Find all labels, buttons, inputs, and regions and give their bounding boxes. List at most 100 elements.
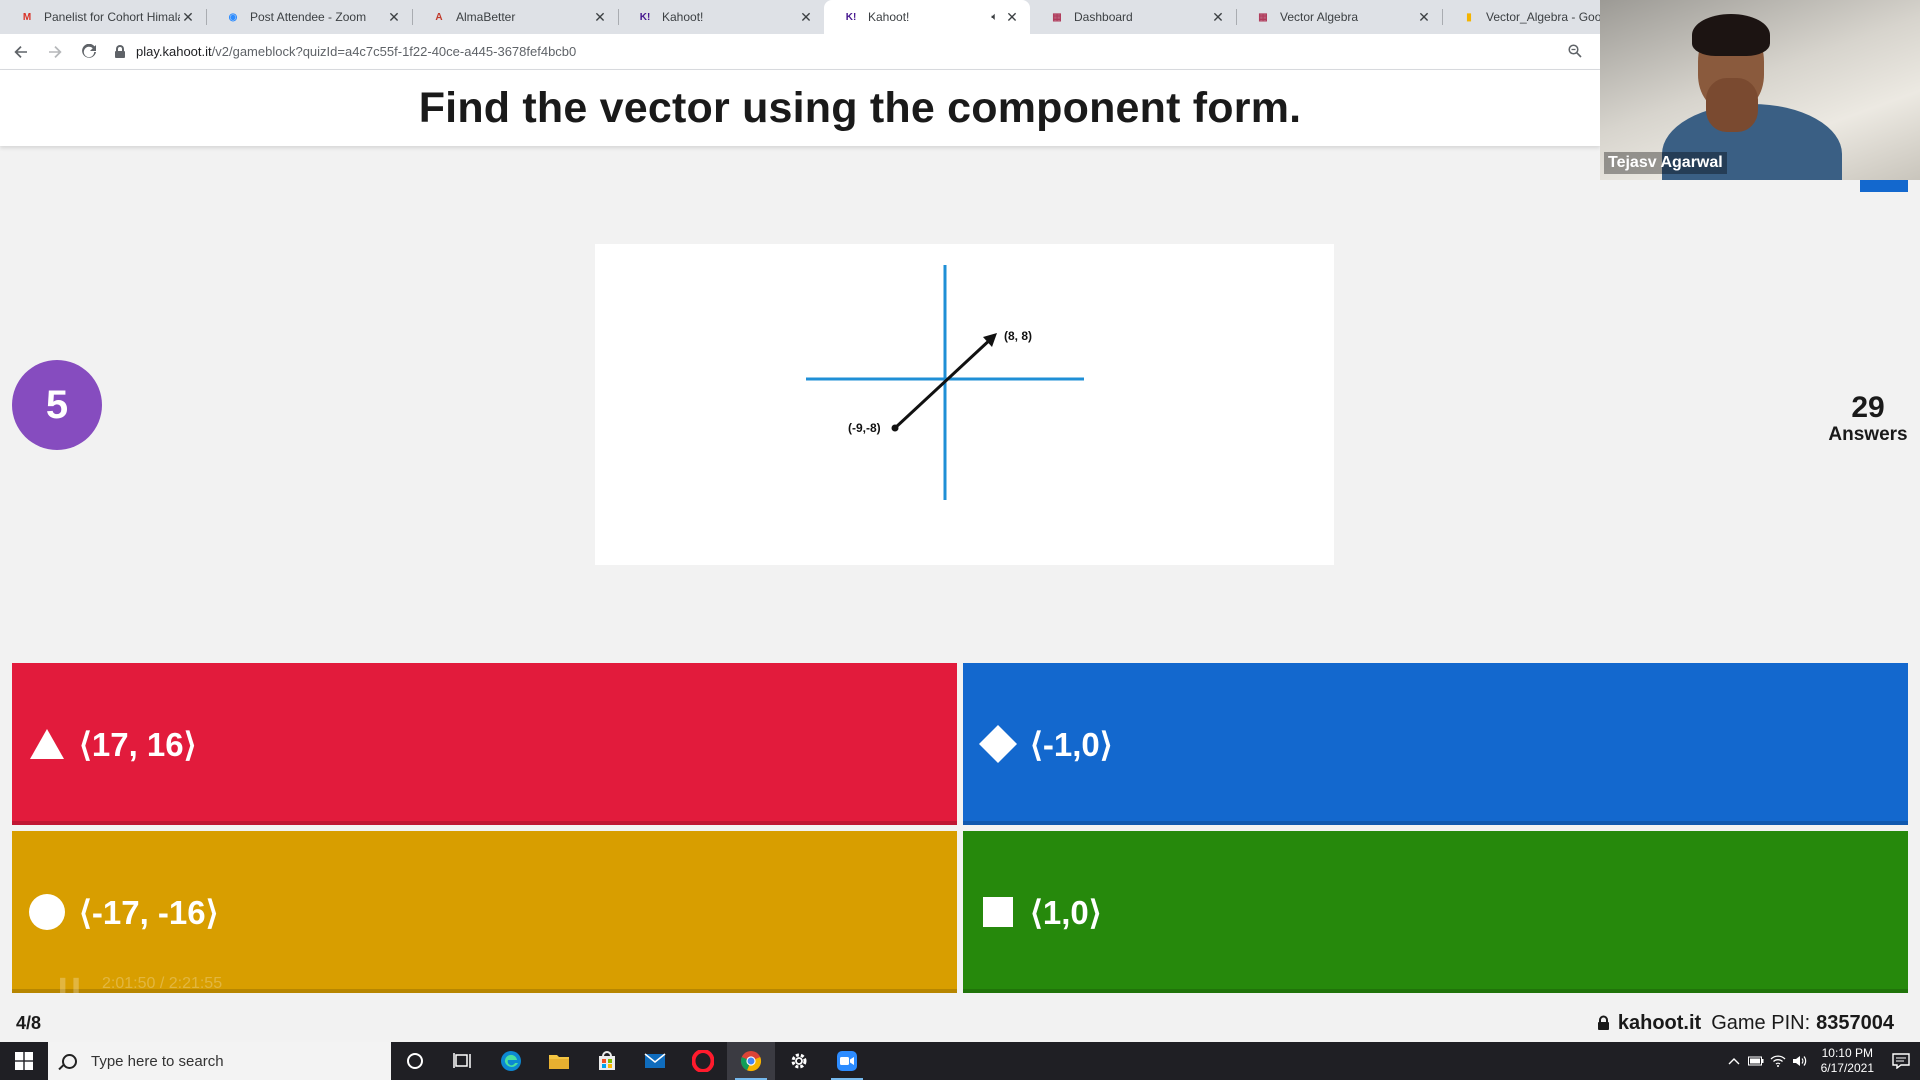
question-header: Find the vector using the component form… xyxy=(0,70,1600,146)
browser-tab[interactable]: ▦ Vector Algebra ✕ xyxy=(1236,0,1442,34)
close-icon[interactable]: ✕ xyxy=(1004,9,1020,26)
question-title: Find the vector using the component form… xyxy=(418,83,1302,132)
answer-text: ⟨17, 16⟩ xyxy=(79,725,197,763)
close-icon[interactable]: ✕ xyxy=(1416,9,1432,26)
slides-icon: ▮ xyxy=(1466,11,1472,23)
answer-option-triangle[interactable]: ⟨17, 16⟩ xyxy=(12,663,957,825)
back-arrow-icon xyxy=(14,45,27,58)
gmail-icon: M xyxy=(22,11,32,23)
windows-logo-icon xyxy=(15,1052,33,1070)
triangle-icon xyxy=(27,724,67,764)
taskbar-search-placeholder: Type here to search xyxy=(91,1052,224,1070)
url-host: play.kahoot.it xyxy=(136,44,212,59)
close-icon[interactable]: ✕ xyxy=(180,9,196,26)
answers-count: 29 xyxy=(1851,391,1885,424)
answers-counter: 29 Answers xyxy=(1820,392,1916,446)
browser-tab[interactable]: M Panelist for Cohort Himala ✕ xyxy=(0,0,206,34)
close-icon[interactable]: ✕ xyxy=(386,9,402,26)
question-image: (-9,-8) (8, 8) xyxy=(595,244,1334,565)
taskbar-opera[interactable] xyxy=(679,1042,727,1080)
zoom-magnifier-icon[interactable] xyxy=(1568,43,1584,60)
taskbar-store[interactable] xyxy=(583,1042,631,1080)
vector-diagram: (-9,-8) (8, 8) xyxy=(806,265,1084,500)
skip-button-edge[interactable] xyxy=(1860,180,1908,192)
game-pin-area: kahoot.it Game PIN: 8357004 xyxy=(1597,1012,1894,1035)
task-view-icon xyxy=(453,1053,471,1068)
taskbar-search[interactable]: Type here to search xyxy=(48,1042,391,1080)
taskbar-chrome[interactable] xyxy=(727,1042,775,1080)
notification-center-button[interactable] xyxy=(1882,1042,1920,1080)
diamond-icon xyxy=(978,724,1018,764)
reload-button[interactable] xyxy=(76,39,102,65)
browser-toolbar: play.kahoot.it /v2/gameblock?quizId=a4c7… xyxy=(0,34,1600,70)
taskbar-mail[interactable] xyxy=(631,1042,679,1080)
forward-button[interactable] xyxy=(42,39,68,65)
wifi-icon[interactable] xyxy=(1767,1042,1789,1080)
cortana-circle-icon xyxy=(407,1053,423,1069)
answer-option-square[interactable]: ⟨1,0⟩ xyxy=(963,831,1908,993)
clock-date: 6/17/2021 xyxy=(1820,1061,1874,1075)
lock-icon xyxy=(114,45,126,58)
participant-hair xyxy=(1692,14,1770,56)
ghost-video-time: 2:01:50 / 2:21:55 xyxy=(102,975,223,992)
opera-icon xyxy=(692,1050,714,1072)
answer-text: ⟨1,0⟩ xyxy=(1030,893,1102,931)
lock-icon xyxy=(1597,1015,1609,1030)
chevron-up-icon[interactable] xyxy=(1723,1042,1745,1080)
chrome-icon xyxy=(740,1051,762,1072)
address-bar[interactable]: play.kahoot.it /v2/gameblock?quizId=a4c7… xyxy=(114,38,1590,66)
browser-tab[interactable]: K! Kahoot! 🔈︎ ✕ xyxy=(824,0,1030,34)
zoom-icon: ◉ xyxy=(228,11,238,23)
task-view-button[interactable] xyxy=(439,1042,487,1080)
square-icon xyxy=(978,892,1018,932)
taskbar-edge[interactable] xyxy=(487,1042,535,1080)
browser-tab[interactable]: ◉ Post Attendee - Zoom ✕ xyxy=(206,0,412,34)
tab-title: Post Attendee - Zoom xyxy=(250,10,367,24)
tab-title: Kahoot! xyxy=(868,10,910,24)
start-button[interactable] xyxy=(0,1042,48,1080)
answers-label: Answers xyxy=(1828,424,1908,445)
answer-option-circle[interactable]: ⟨-17, -16⟩ xyxy=(12,831,957,993)
browser-tab[interactable]: A AlmaBetter ✕ xyxy=(412,0,618,34)
taskbar-zoom[interactable] xyxy=(823,1042,871,1080)
browser-tab[interactable]: K! Kahoot! ✕ xyxy=(618,0,824,34)
back-button[interactable] xyxy=(8,39,34,65)
kahoot-icon: K! xyxy=(845,11,857,23)
close-icon[interactable]: ✕ xyxy=(1210,9,1226,26)
taskbar-settings[interactable] xyxy=(775,1042,823,1080)
tab-title: AlmaBetter xyxy=(456,10,516,24)
gear-icon xyxy=(791,1053,807,1069)
system-clock[interactable]: 10:10 PM 6/17/2021 xyxy=(1821,1046,1874,1076)
notification-icon xyxy=(1892,1053,1910,1069)
volume-icon[interactable] xyxy=(1789,1042,1811,1080)
game-footer: 4/8 kahoot.it Game PIN: 8357004 xyxy=(0,1004,1920,1042)
url-path: /v2/gameblock?quizId=a4c7c55f-1f22-40ce-… xyxy=(211,44,577,59)
tab-title: Kahoot! xyxy=(662,10,704,24)
battery-icon[interactable] xyxy=(1745,1042,1767,1080)
tab-title: Panelist for Cohort Himala xyxy=(44,10,180,24)
countdown-timer: 5 xyxy=(12,360,102,450)
participant-video[interactable]: Tejasv Agarwal xyxy=(1600,0,1920,180)
answer-option-diamond[interactable]: ⟨-1,0⟩ xyxy=(963,663,1908,825)
dashboard-icon: ▦ xyxy=(1258,11,1268,23)
zoom-icon xyxy=(837,1051,857,1071)
answer-text: ⟨-1,0⟩ xyxy=(1030,725,1113,763)
windows-taskbar: Type here to search 10:10 PM 6/17/2021 xyxy=(0,1042,1920,1080)
folder-icon xyxy=(549,1055,569,1069)
taskbar-file-explorer[interactable] xyxy=(535,1042,583,1080)
forward-arrow-icon xyxy=(49,45,62,58)
store-bag-icon xyxy=(599,1051,615,1070)
browser-tab[interactable]: ▦ Dashboard ✕ xyxy=(1030,0,1236,34)
kahoot-host: kahoot.it xyxy=(1617,1011,1702,1034)
mail-icon xyxy=(644,1053,666,1068)
system-tray: 10:10 PM 6/17/2021 xyxy=(1723,1042,1920,1080)
close-icon[interactable]: ✕ xyxy=(798,9,814,26)
clock-time: 10:10 PM xyxy=(1821,1046,1873,1060)
cortana-button[interactable] xyxy=(391,1042,439,1080)
game-pin: 8357004 xyxy=(1816,1011,1894,1034)
edge-icon xyxy=(501,1051,521,1071)
close-icon[interactable]: ✕ xyxy=(592,9,608,26)
vector-start-point xyxy=(891,424,899,432)
dashboard-icon: ▦ xyxy=(1052,11,1062,23)
speaker-icon[interactable]: 🔈︎ xyxy=(991,11,998,24)
